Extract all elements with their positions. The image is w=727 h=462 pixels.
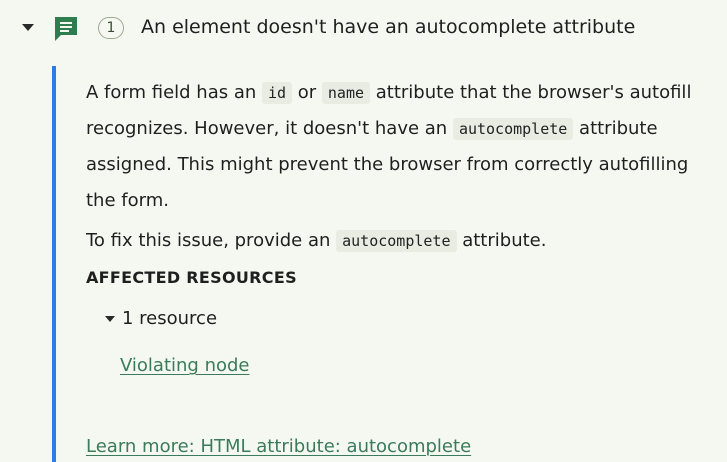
issue-title[interactable]: An element doesn't have an autocomplete … [141, 16, 635, 38]
violating-node-link[interactable]: Violating node [120, 355, 250, 376]
chevron-down-icon[interactable] [22, 24, 34, 31]
fix-text: To fix this issue, provide an [86, 230, 337, 251]
details-accent-bar [52, 66, 56, 462]
issue-panel: 1 An element doesn't have an autocomplet… [0, 0, 727, 462]
issue-count-badge: 1 [98, 17, 124, 39]
message-icon [55, 17, 77, 41]
description-text: or [292, 82, 322, 103]
fix-text: attribute. [456, 230, 547, 251]
affected-resources-heading: AFFECTED RESOURCES [86, 268, 297, 287]
issue-header[interactable]: 1 An element doesn't have an autocomplet… [0, 6, 727, 50]
resource-count-label: 1 resource [122, 308, 218, 329]
fix-instruction: To fix this issue, provide an autocomple… [86, 226, 716, 256]
code-autocomplete: autocomplete [452, 118, 574, 140]
resource-toggle[interactable]: 1 resource [105, 308, 217, 329]
issue-description: A form field has an id or name attribute… [86, 75, 716, 219]
chevron-down-icon[interactable] [105, 315, 115, 322]
learn-more-link[interactable]: Learn more: HTML attribute: autocomplete [86, 436, 471, 457]
description-text: A form field has an [86, 82, 262, 103]
code-name: name [321, 82, 371, 104]
code-autocomplete-fix: autocomplete [336, 230, 457, 252]
code-id: id [261, 82, 293, 104]
